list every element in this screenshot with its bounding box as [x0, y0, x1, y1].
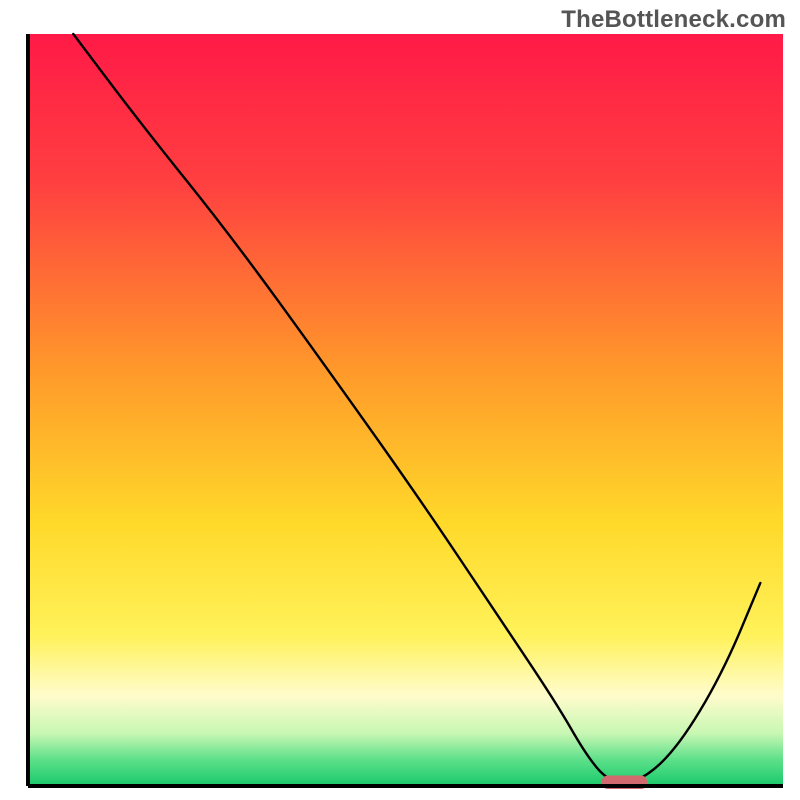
bottleneck-chart [0, 0, 800, 800]
plot-background [28, 34, 783, 786]
